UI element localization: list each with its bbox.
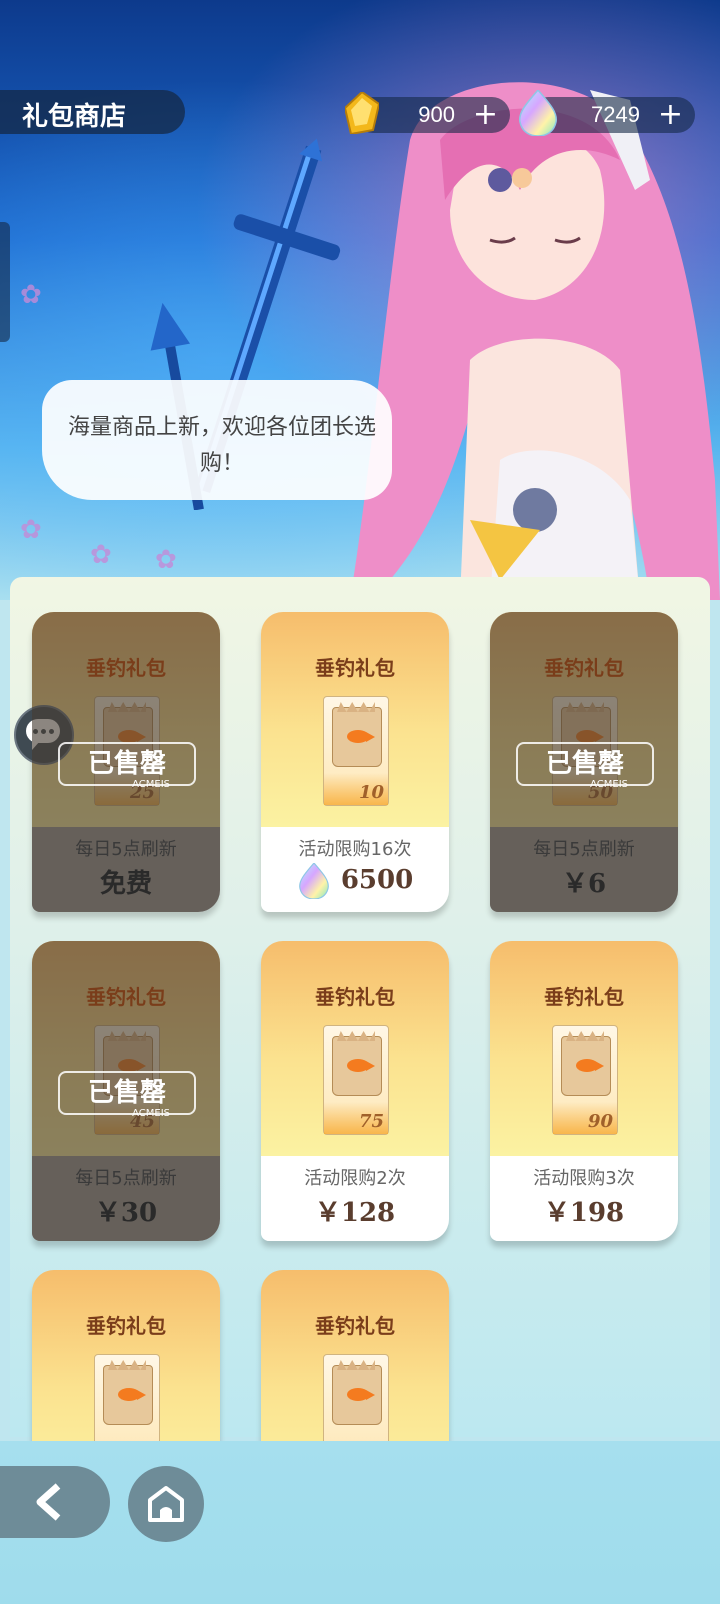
back-button[interactable] (0, 1466, 110, 1538)
bait-bag-icon: 90 (552, 1025, 618, 1135)
gift-pack-card[interactable]: 垂钓礼包 90 活动限购3次 ￥198 (490, 941, 678, 1241)
character-illustration (350, 82, 720, 600)
pack-quantity: 75 (358, 1111, 384, 1132)
purchase-limit: 每日5点刷新 (75, 839, 177, 860)
pack-name: 垂钓礼包 (86, 985, 166, 1009)
page-title-bar: 礼包商店 (0, 90, 185, 134)
bottom-bar-area (0, 1441, 720, 1604)
pack-name: 垂钓礼包 (315, 985, 395, 1009)
sold-out-tag: 已售罄 ACMEIS (58, 742, 196, 790)
bait-bag-icon: 75 (323, 1025, 389, 1135)
bait-bag-icon (94, 1354, 160, 1441)
watermark: ACMEIS (132, 779, 170, 790)
rainbow-gem-icon (519, 90, 557, 136)
gift-pack-card[interactable]: 垂钓礼包 (32, 1270, 220, 1441)
pack-name: 垂钓礼包 (315, 1314, 395, 1338)
page-title: 礼包商店 (22, 102, 127, 132)
back-arrow-icon (36, 1483, 61, 1521)
gift-pack-card[interactable]: 垂钓礼包 10 活动限购16次 6500 (261, 612, 449, 912)
purchase-limit: 活动限购3次 (533, 1168, 635, 1189)
gem-amount: 7249 (591, 102, 640, 127)
purchase-limit: 活动限购2次 (304, 1168, 406, 1189)
pack-price: ￥198 (543, 1198, 625, 1228)
flower-decoration: ✿ (90, 540, 112, 570)
pack-quantity: 10 (358, 782, 384, 803)
flower-decoration: ✿ (20, 515, 42, 545)
pack-quantity: 90 (587, 1111, 613, 1132)
watermark: ACMEIS (590, 779, 628, 790)
rainbow-gem-icon (298, 863, 329, 899)
watermark: ACMEIS (132, 1108, 170, 1119)
bait-bag-icon: 10 (323, 696, 389, 806)
gift-pack-card[interactable]: 垂钓礼包 45 已售罄ACMEIS 每日5点刷新 ￥30 (32, 941, 220, 1241)
purchase-limit: 每日5点刷新 (533, 839, 635, 860)
pack-price: ￥6 (561, 869, 607, 899)
purchase-limit: 活动限购16次 (298, 839, 412, 860)
home-button[interactable] (128, 1466, 204, 1542)
npc-dialog-text: 海量商品上新，欢迎各位团长选购！ (67, 415, 376, 476)
pack-price-row: 6500 (261, 863, 449, 899)
sold-out-tag: 已售罄 ACMEIS (58, 1071, 196, 1119)
pack-name: 垂钓礼包 (86, 1314, 166, 1338)
pack-price: 免费 (99, 869, 152, 899)
pack-name: 垂钓礼包 (315, 656, 395, 680)
gift-pack-card[interactable]: 垂钓礼包 75 活动限购2次 ￥128 (261, 941, 449, 1241)
sold-out-tag: 已售罄 ACMEIS (516, 742, 654, 790)
pack-price: 6500 (340, 865, 414, 895)
gift-pack-card[interactable]: 垂钓礼包 50 已售罄ACMEIS 每日5点刷新 ￥6 (490, 612, 678, 912)
npc-dialog-bubble: 海量商品上新，欢迎各位团长选购！ (42, 380, 392, 500)
purchase-limit: 每日5点刷新 (75, 1168, 177, 1189)
add-gem-button[interactable]: + (658, 97, 683, 132)
flower-decoration: ✿ (155, 545, 177, 575)
bait-bag-icon (323, 1354, 389, 1441)
gift-pack-card[interactable]: 垂钓礼包 (261, 1270, 449, 1441)
gold-amount: 900 (418, 102, 455, 127)
pack-price: ￥128 (314, 1198, 396, 1228)
flower-decoration: ✿ (20, 280, 42, 310)
pack-name: 垂钓礼包 (544, 656, 624, 680)
pack-name: 垂钓礼包 (86, 656, 166, 680)
gift-pack-card[interactable]: 垂钓礼包 25 已售罄ACMEIS 每日5点刷新 免费 (32, 612, 220, 912)
gold-crystal-icon (345, 92, 379, 134)
add-gold-button[interactable]: + (473, 97, 498, 132)
pack-price: ￥30 (94, 1198, 158, 1228)
pack-name: 垂钓礼包 (544, 985, 624, 1009)
side-drawer-tab[interactable] (0, 222, 10, 342)
home-icon (148, 1486, 184, 1522)
